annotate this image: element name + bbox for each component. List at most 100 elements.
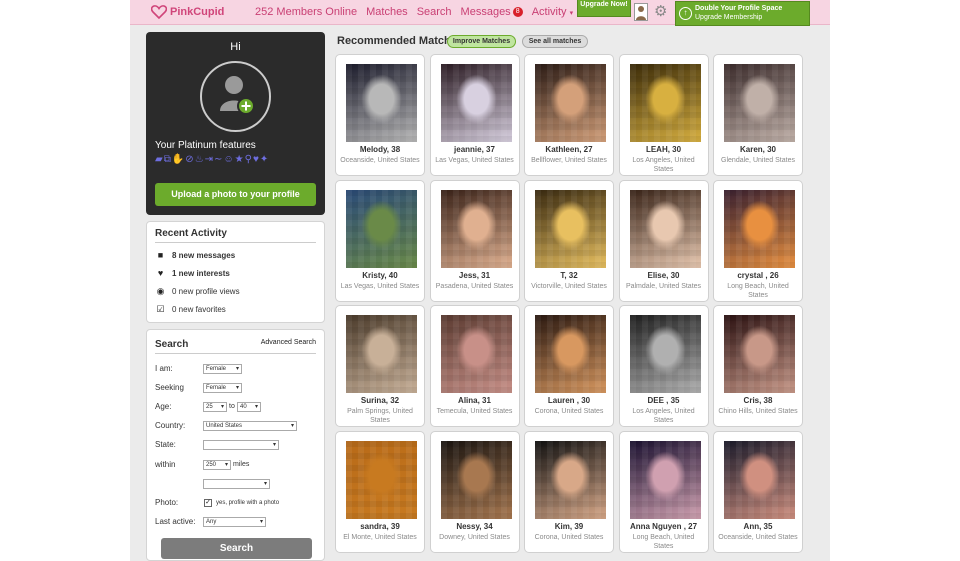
nav-search[interactable]: Search xyxy=(417,6,452,18)
distance-from-select[interactable] xyxy=(203,479,270,489)
match-photo[interactable] xyxy=(535,315,606,393)
match-name[interactable]: Kim, 39 xyxy=(525,522,613,531)
match-card[interactable]: jeannie, 37 Las Vegas, United States xyxy=(429,54,520,176)
match-card[interactable]: Alina, 31 Temecula, United States xyxy=(429,305,520,427)
match-photo[interactable] xyxy=(629,189,701,268)
match-card[interactable]: Surina, 32 Palm Springs, United States xyxy=(335,305,425,427)
match-name[interactable]: LEAH, 30 xyxy=(620,145,708,154)
smiley-icon[interactable]: ☺ xyxy=(223,154,233,165)
match-name[interactable]: sandra, 39 xyxy=(336,522,424,531)
match-photo[interactable] xyxy=(724,315,795,393)
match-photo[interactable] xyxy=(629,440,701,519)
match-photo[interactable] xyxy=(535,189,606,268)
match-card[interactable]: crystal , 26 Long Beach, United States xyxy=(713,179,803,302)
chat-icon[interactable]: ▰ xyxy=(155,154,163,165)
avatar-placeholder[interactable] xyxy=(200,61,271,132)
match-card[interactable]: Kathleen, 27 Bellflower, United States xyxy=(524,54,614,176)
match-card[interactable]: DEE , 35 Los Angeles, United States xyxy=(618,305,709,427)
match-photo[interactable] xyxy=(440,440,512,519)
match-photo[interactable] xyxy=(346,440,417,519)
activity-interests[interactable]: ♥ 1 new interests xyxy=(155,268,230,278)
within-select[interactable]: 250 xyxy=(203,460,231,470)
pinkcupid-logo[interactable]: PinkCupid xyxy=(151,4,224,20)
nav-messages[interactable]: Messages 8 xyxy=(461,6,523,18)
last-active-select[interactable]: Any xyxy=(203,517,266,527)
gear-icon[interactable]: ⚙ xyxy=(654,4,670,20)
match-photo[interactable] xyxy=(440,315,512,393)
advanced-search-link[interactable]: Advanced Search xyxy=(261,339,316,346)
wand-icon[interactable]: ✦ xyxy=(260,154,268,165)
match-name[interactable]: Karen, 30 xyxy=(714,145,802,154)
match-name[interactable]: Kathleen, 27 xyxy=(525,145,613,154)
match-photo[interactable] xyxy=(724,64,795,142)
search-button[interactable]: Search xyxy=(161,538,312,559)
match-name[interactable]: Nessy, 34 xyxy=(431,522,519,531)
age-to-select[interactable]: 40 xyxy=(237,402,261,412)
star-icon[interactable]: ★ xyxy=(235,154,244,165)
activity-profile-views[interactable]: ◉ 0 new profile views xyxy=(155,286,240,296)
heart-chat-icon[interactable]: ♥ xyxy=(253,154,259,165)
i-am-select[interactable]: Female xyxy=(203,364,242,374)
age-from-select[interactable]: 25 xyxy=(203,402,227,412)
upload-photo-button[interactable]: Upload a photo to your profile xyxy=(155,183,316,206)
match-photo[interactable] xyxy=(535,64,606,142)
match-card[interactable]: Lauren , 30 Corona, United States xyxy=(524,305,614,427)
match-card[interactable]: T, 32 Victorville, United States xyxy=(524,179,614,302)
match-name[interactable]: T, 32 xyxy=(525,271,613,280)
match-name[interactable]: Elise, 30 xyxy=(620,271,708,280)
boost-icon[interactable]: ♨ xyxy=(195,154,204,165)
match-name[interactable]: Jess, 31 xyxy=(431,271,519,280)
match-card[interactable]: Jess, 31 Pasadena, United States xyxy=(429,179,520,302)
match-name[interactable]: Alina, 31 xyxy=(431,396,519,405)
match-photo[interactable] xyxy=(535,440,606,519)
cursor-icon[interactable]: ⇥ xyxy=(205,154,213,165)
match-photo[interactable] xyxy=(346,315,417,393)
match-card[interactable]: Elise, 30 Palmdale, United States xyxy=(618,179,709,302)
match-card[interactable]: Karen, 30 Glendale, United States xyxy=(713,54,803,176)
match-name[interactable]: Surina, 32 xyxy=(336,396,424,405)
match-photo[interactable] xyxy=(346,189,417,268)
country-select[interactable]: United States xyxy=(203,421,297,431)
translate-icon[interactable]: ⧉ xyxy=(164,154,171,165)
match-name[interactable]: Kristy, 40 xyxy=(336,271,424,280)
match-card[interactable]: Nessy, 34 Downey, United States xyxy=(429,430,520,553)
match-card[interactable]: Kim, 39 Corona, United States xyxy=(524,430,614,553)
match-photo[interactable] xyxy=(724,189,795,268)
match-photo[interactable] xyxy=(629,64,701,142)
match-photo[interactable] xyxy=(629,315,701,393)
match-name[interactable]: jeannie, 37 xyxy=(431,145,519,154)
match-photo[interactable] xyxy=(724,440,795,519)
seeking-select[interactable]: Female xyxy=(203,383,242,393)
magnifier-icon[interactable]: ⚲ xyxy=(245,154,252,165)
wave-icon[interactable]: ∼ xyxy=(214,154,222,165)
hide-icon[interactable]: ⊘ xyxy=(185,154,193,165)
double-profile-space-button[interactable]: ↑ Double Your Profile Space Upgrade Memb… xyxy=(675,1,810,26)
improve-matches-button[interactable]: Improve Matches xyxy=(447,35,516,48)
state-select[interactable] xyxy=(203,440,279,450)
user-avatar-icon[interactable] xyxy=(634,3,648,21)
match-card[interactable]: Kristy, 40 Las Vegas, United States xyxy=(335,179,425,302)
members-online-link[interactable]: 252 Members Online xyxy=(255,6,357,18)
match-card[interactable]: sandra, 39 El Monte, United States xyxy=(335,430,425,553)
match-name[interactable]: Lauren , 30 xyxy=(525,396,613,405)
activity-favorites[interactable]: ☑ 0 new favorites xyxy=(155,304,225,314)
upgrade-now-button[interactable]: Upgrade Now! xyxy=(577,0,631,17)
match-photo[interactable] xyxy=(440,64,512,142)
match-card[interactable]: Melody, 38 Oceanside, United States xyxy=(335,54,425,176)
match-name[interactable]: Ann, 35 xyxy=(714,522,802,531)
match-name[interactable]: Melody, 38 xyxy=(336,145,424,154)
see-all-matches-button[interactable]: See all matches xyxy=(522,35,588,48)
match-name[interactable]: Cris, 38 xyxy=(714,396,802,405)
nav-matches[interactable]: Matches xyxy=(366,6,408,18)
match-card[interactable]: Anna Nguyen , 27 Long Beach, United State… xyxy=(618,430,709,553)
match-name[interactable]: Anna Nguyen , 27 xyxy=(620,522,708,531)
photo-checkbox[interactable]: ✓ xyxy=(204,499,212,507)
match-name[interactable]: DEE , 35 xyxy=(620,396,708,405)
match-card[interactable]: Cris, 38 Chino Hills, United States xyxy=(713,305,803,427)
match-name[interactable]: crystal , 26 xyxy=(714,271,802,280)
match-photo[interactable] xyxy=(346,64,417,142)
activity-messages[interactable]: ■ 8 new messages xyxy=(155,250,235,260)
match-photo[interactable] xyxy=(440,189,512,268)
hand-icon[interactable]: ✋ xyxy=(172,154,184,165)
match-card[interactable]: Ann, 35 Oceanside, United States xyxy=(713,430,803,553)
